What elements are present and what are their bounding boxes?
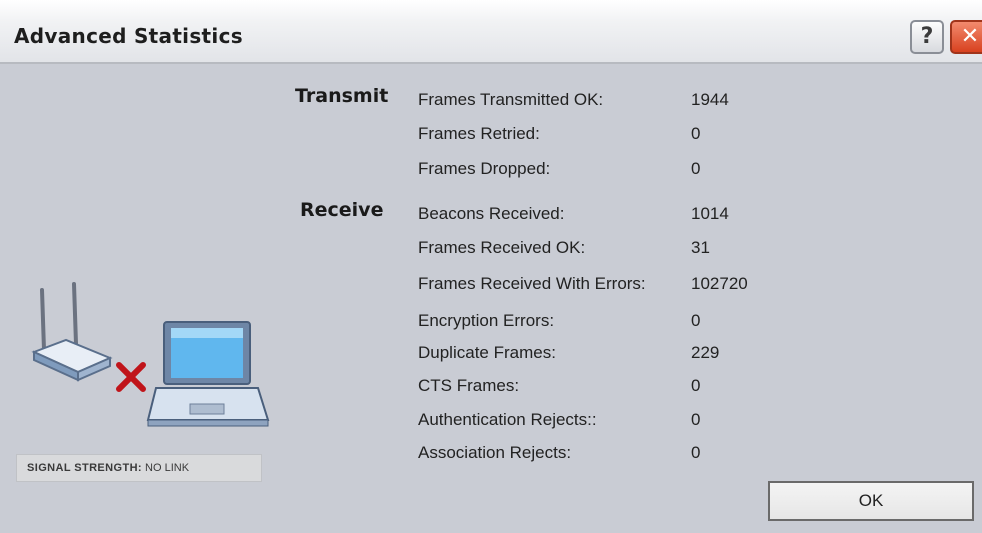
signal-strength-label: SIGNAL STRENGTH: [27,462,142,474]
stat-label: Encryption Errors: [418,311,555,330]
stat-value: 0 [691,124,701,143]
stat-value: 0 [691,410,701,429]
stat-value: 102720 [691,274,748,293]
receive-heading: Receive [300,199,384,221]
stat-value: 0 [691,159,701,178]
stat-value: 0 [691,443,701,462]
stat-label: Frames Received OK: [418,238,586,257]
title-bar: Advanced Statistics ? ✕ [0,0,982,64]
stat-value: 0 [691,311,701,330]
signal-strength-value: NO LINK [145,462,190,474]
close-button[interactable]: ✕ [950,20,982,54]
stat-label: CTS Frames: [418,376,520,395]
stat-value: 1014 [691,204,729,223]
stat-value: 1944 [691,90,729,109]
stat-label: Frames Retried: [418,124,540,143]
stat-value: 0 [691,376,701,395]
laptop-icon [146,321,270,427]
stat-label: Frames Transmitted OK: [418,90,604,109]
router-icon [31,282,113,382]
advanced-statistics-dialog: Advanced Statistics ? ✕ SIGNAL STRENGTH:… [0,0,982,533]
stat-label: Frames Dropped: [418,159,551,178]
close-icon: ✕ [960,24,980,49]
stat-value: 31 [691,238,710,257]
stat-label: Duplicate Frames: [418,343,556,362]
help-icon: ? [920,24,934,49]
window-title: Advanced Statistics [14,24,243,48]
signal-strength-status: SIGNAL STRENGTH: NO LINK [16,454,262,482]
stat-label: Authentication Rejects:: [418,410,597,429]
stat-label: Beacons Received: [418,204,565,223]
transmit-heading: Transmit [295,85,389,107]
stat-label: Frames Received With Errors: [418,274,646,293]
help-button[interactable]: ? [910,20,944,54]
stat-value: 229 [691,343,720,362]
red-x-icon [116,362,146,392]
connection-illustration-panel: SIGNAL STRENGTH: NO LINK [8,66,286,528]
stat-label: Association Rejects: [418,443,572,462]
ok-button[interactable]: OK [768,481,974,521]
